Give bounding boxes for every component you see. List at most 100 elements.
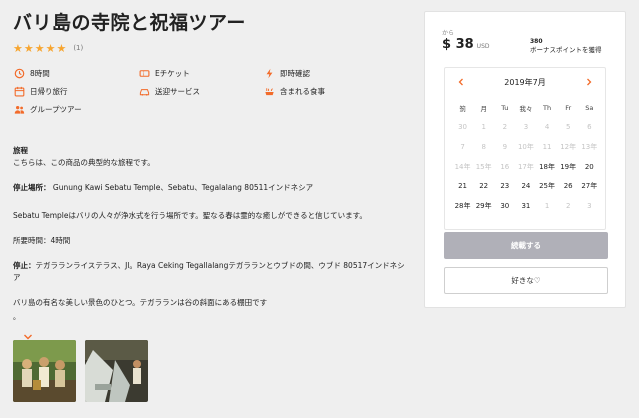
next-month-chevron-icon[interactable]: [585, 78, 593, 86]
ticket-icon: [138, 67, 150, 79]
stop-1: 停止場所： Gunung Kawi Sebatu Temple、Sebatu、T…: [13, 182, 408, 194]
calendar-day-disabled: 30: [458, 123, 468, 132]
calendar-day[interactable]: 26: [558, 182, 579, 190]
price-amount: $ 38: [442, 37, 474, 52]
price-currency: USD: [476, 43, 490, 50]
stop-1-description: Sebatu Templeはバリの人々が浄水式を行う場所です。聖なる春は霊的な癒…: [13, 211, 367, 220]
weekday-label: Th: [543, 103, 552, 112]
stop-2-description: バリ島の有名な美しい景色のひとつ。テガラランは谷の斜面にある棚田です: [13, 298, 268, 307]
calendar-day[interactable]: 24: [515, 182, 536, 190]
calendar-grid: 䈩月 Tu 我々 Th Fr Sa 30 1 2 3 4 5 6 7 8 9 10年 11 12年 13年 14年 15年…: [452, 98, 600, 216]
rating-count[interactable]: (1): [73, 44, 83, 52]
calendar-day-disabled: 15年: [475, 162, 492, 171]
feature-label: 8時間: [30, 68, 50, 78]
calendar-day-disabled: 9: [502, 142, 508, 151]
group-icon: [13, 103, 25, 115]
calendar-week: 7 8 9 10年 11 12年 13年: [452, 137, 600, 157]
calendar-day[interactable]: 21: [452, 182, 473, 190]
feature-day-trip: 日帰り旅行: [13, 83, 68, 99]
calendar-day-disabled: 2: [565, 201, 571, 210]
tour-details: バリ島の寺院と祝福ツアー ★★★★★ (1) 8時間 Eチケット 即時確認 日帰…: [13, 8, 408, 402]
feature-instant-confirm: 即時確認: [263, 65, 310, 81]
feature-label: 日帰り旅行: [30, 86, 68, 96]
tour-title: バリ島の寺院と祝福ツアー: [13, 12, 246, 34]
photo-temple-group[interactable]: [13, 340, 76, 402]
calendar-week: 14年 15年 16 17年 18年 19年 20: [452, 157, 600, 177]
calendar-day-disabled: 10年: [517, 142, 534, 151]
feature-duration: 8時間: [13, 65, 50, 81]
meal-icon: [263, 85, 275, 97]
weekday-label: Fr: [565, 103, 572, 112]
calendar-day-disabled: 7: [460, 142, 465, 151]
feature-eticket: Eチケット: [138, 65, 190, 81]
calendar-day[interactable]: 30: [494, 202, 515, 210]
calendar-day-disabled: 16: [500, 162, 510, 171]
calendar-day[interactable]: 27年: [579, 181, 600, 191]
car-icon: [138, 85, 150, 97]
itinerary-intro: こちらは、この商品の典型的な旅程です。: [13, 158, 155, 167]
stop-1-label: 停止場所：: [13, 183, 51, 192]
calendar-day-disabled: 1: [544, 201, 550, 210]
calendar-day[interactable]: 25年: [537, 181, 558, 191]
tour-page: バリ島の寺院と祝福ツアー ★★★★★ (1) 8時間 Eチケット 即時確認 日帰…: [0, 0, 639, 418]
weekday-row: 䈩 月 Tu 我々 Th Fr Sa: [452, 98, 600, 118]
calendar-day-disabled: 2: [502, 123, 508, 132]
calendar-day-disabled: 12年: [560, 142, 577, 151]
weekday-label: Sa: [585, 103, 594, 112]
book-button[interactable]: 続載する: [444, 232, 608, 259]
feature-label: グループツアー: [30, 104, 82, 114]
feature-label: 送迎サービス: [155, 86, 200, 96]
calendar-day-disabled: 3: [523, 123, 529, 132]
itinerary-section: 旅程 こちらは、この商品の典型的な旅程です。: [13, 145, 408, 169]
calendar-day[interactable]: 19年: [558, 162, 579, 172]
calendar-day[interactable]: 22: [473, 182, 494, 190]
bonus-points-label: ボーナスポイントを獲得: [530, 46, 602, 54]
feature-label: 即時確認: [280, 68, 310, 78]
feature-pickup: 送迎サービス: [138, 83, 200, 99]
feature-group-tour: グループツアー: [13, 101, 82, 117]
booking-panel: から $ 38 USD 380 ボーナスポイントを獲得 2019年7月 䈩 月 Tu 我…: [424, 11, 626, 308]
calendar-day-disabled: 17年: [517, 162, 534, 171]
bonus-points: 380 ボーナスポイントを獲得: [530, 38, 602, 54]
calendar-day-disabled: 13年: [581, 142, 598, 151]
calendar-day-disabled: 3: [587, 201, 592, 210]
calendar-day-disabled: 6: [587, 123, 592, 132]
rating: ★★★★★ (1): [13, 41, 408, 55]
date-calendar: 2019年7月 䈩月 Tu 我々 Th Fr Sa 30 1 2 3 4 5 6 7 8 9 10年 11 12年 1…: [444, 67, 606, 230]
lightning-icon: [263, 67, 275, 79]
clock-icon: [13, 67, 25, 79]
calendar-day[interactable]: 31: [515, 202, 536, 210]
expand-chevron-icon[interactable]: [23, 326, 33, 340]
text-ellipsis: 。: [13, 313, 20, 321]
stop-1-location: Gunung Kawi Sebatu Temple、Sebatu、Tegalal…: [50, 183, 314, 192]
calendar-day-disabled: 11: [542, 142, 552, 151]
favorite-button[interactable]: 好きな♡: [444, 267, 608, 294]
calendar-day-disabled: 1: [481, 123, 486, 132]
calendar-day-disabled: 5: [565, 123, 571, 132]
calendar-month: 2019年7月: [504, 78, 546, 87]
photo-holy-spring[interactable]: [85, 340, 148, 402]
calendar-day[interactable]: 18年: [537, 162, 558, 172]
stop-2-label: 停止：: [13, 261, 36, 270]
stop-1-duration: 所要時間：4時間: [13, 236, 71, 245]
itinerary-heading: 旅程: [13, 146, 28, 155]
photo-gallery: [13, 340, 408, 402]
calendar-day-disabled: 14年: [454, 162, 471, 171]
calendar-header: 2019年7月: [445, 68, 605, 94]
calendar-week: 30 1 2 3 4 5 6: [452, 118, 600, 138]
stop-2-location: テガラランライステラス、Jl。Raya Ceking Tegallalangテガ…: [13, 261, 405, 282]
calendar-day[interactable]: 29年: [473, 201, 494, 211]
feature-meals: 含まれる食事: [263, 83, 325, 99]
calendar-day-disabled: 4: [544, 123, 550, 132]
calendar-week: 28年 29年 30 31 1 2 3: [452, 196, 600, 216]
calendar-day-disabled: 8: [481, 142, 486, 151]
calendar-week: 21 22 23 24 25年 26 27年: [452, 176, 600, 196]
calendar-day[interactable]: 28年: [452, 201, 473, 211]
price: $ 38 USD: [442, 37, 490, 52]
stop-2: 停止：テガラランライステラス、Jl。Raya Ceking Tegallalan…: [13, 260, 408, 284]
calendar-day[interactable]: 20: [579, 163, 600, 171]
calendar-day[interactable]: 23: [494, 182, 515, 190]
feature-list: 8時間 Eチケット 即時確認 日帰り旅行 送迎サービス 含まれる食事 グループツ…: [13, 65, 408, 121]
weekday-label: Tu: [501, 103, 509, 112]
rating-stars: ★★★★★: [13, 41, 68, 55]
